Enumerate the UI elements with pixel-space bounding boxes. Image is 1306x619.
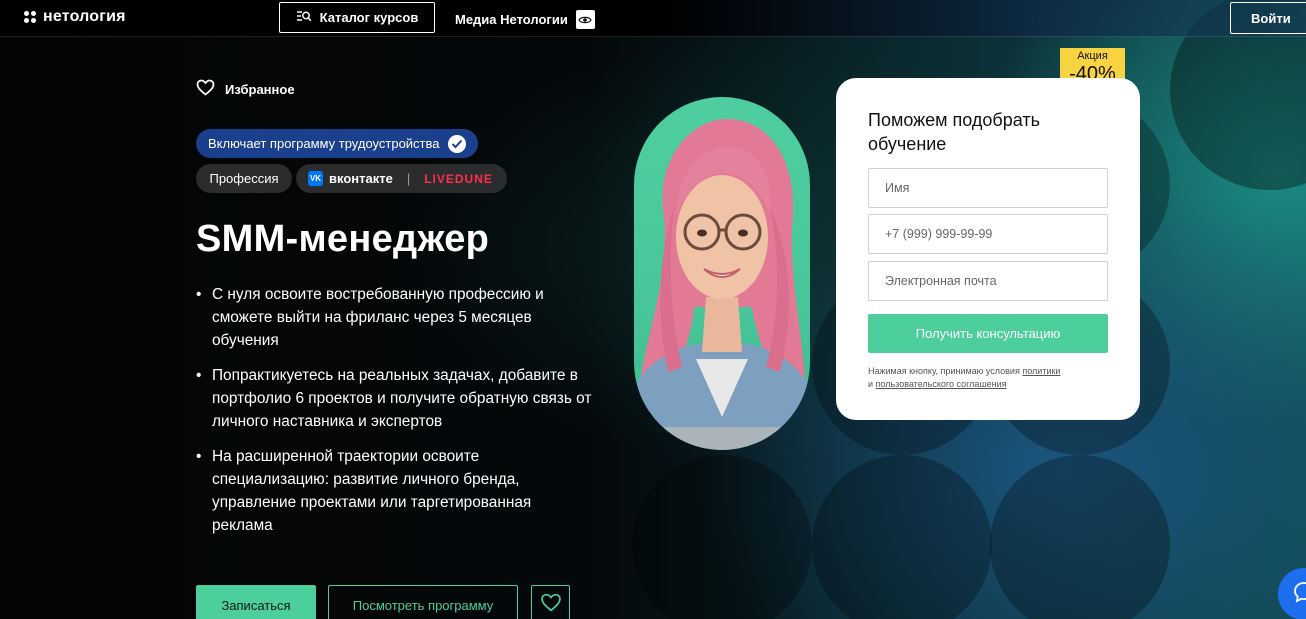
portrait-illustration [634, 118, 810, 450]
media-label: Медиа Нетологии [455, 12, 568, 27]
site-logo[interactable]: нетология [24, 8, 126, 26]
eye-icon [575, 10, 595, 29]
benefit-item: С нуля освоите востребованную профессию … [196, 283, 596, 352]
heart-icon [196, 79, 215, 99]
media-link[interactable]: Медиа Нетологии [455, 10, 595, 29]
catalog-search-icon [296, 10, 312, 25]
vk-partner-label: вконтакте [329, 171, 393, 186]
terms-text: Нажимая кнопку, принимаю условия политик… [868, 365, 1108, 391]
student-photo [634, 97, 810, 450]
favorites-link[interactable]: Избранное [196, 79, 295, 99]
livedune-partner-label: LIVEDUNE [424, 171, 493, 186]
user-agreement-link[interactable]: пользовательского соглашения [876, 379, 1007, 389]
add-to-favorites-button[interactable] [531, 585, 570, 619]
view-program-button[interactable]: Посмотреть программу [328, 585, 518, 619]
decor-circle [632, 455, 812, 619]
login-button[interactable]: Войти [1230, 2, 1306, 34]
decor-circle [812, 455, 992, 619]
employment-badge: Включает программу трудоустройства [196, 129, 478, 158]
chat-bubble-icon [1293, 581, 1306, 608]
phone-field[interactable]: +7 (999) 999-99-99 [868, 214, 1108, 254]
benefit-item: На расширенной траектории освоите специа… [196, 445, 596, 537]
page-title: SMM-менеджер [196, 218, 490, 260]
sale-label: Акция [1077, 50, 1108, 62]
heart-icon [540, 593, 562, 617]
policy-link[interactable]: политики [1022, 366, 1060, 376]
profession-pill: Профессия [196, 164, 292, 193]
form-title: Поможем подобрать обучение [868, 110, 1040, 154]
verified-check-icon [447, 134, 466, 153]
email-field[interactable]: Электронная почта [868, 261, 1108, 301]
favorites-label: Избранное [225, 81, 295, 97]
partner-separator: | [406, 171, 411, 186]
catalog-label: Каталог курсов [319, 10, 419, 25]
terms-and: и [868, 379, 874, 389]
logo-icon [24, 10, 37, 24]
enroll-button[interactable]: Записаться [196, 585, 316, 619]
catalog-button[interactable]: Каталог курсов [279, 2, 435, 33]
terms-prefix: Нажимая кнопку, принимаю условия [868, 366, 1020, 376]
logo-text: нетология [43, 8, 126, 25]
benefits-list: С нуля освоите востребованную профессию … [196, 283, 596, 549]
vk-logo-icon: VK [308, 171, 323, 186]
employment-badge-label: Включает программу трудоустройства [208, 136, 440, 151]
site-header: нетология Каталог курсов Медиа Нетологии… [0, 0, 1306, 37]
get-consultation-button[interactable]: Получить консультацию [868, 314, 1108, 353]
partners-pill: VK вконтакте | LIVEDUNE [296, 164, 507, 193]
name-field[interactable]: Имя [868, 168, 1108, 208]
decor-circle [990, 455, 1170, 619]
consultation-form-card: Поможем подобрать обучение Имя +7 (999) … [836, 78, 1140, 420]
benefit-item: Попрактикуетесь на реальных задачах, доб… [196, 364, 596, 433]
